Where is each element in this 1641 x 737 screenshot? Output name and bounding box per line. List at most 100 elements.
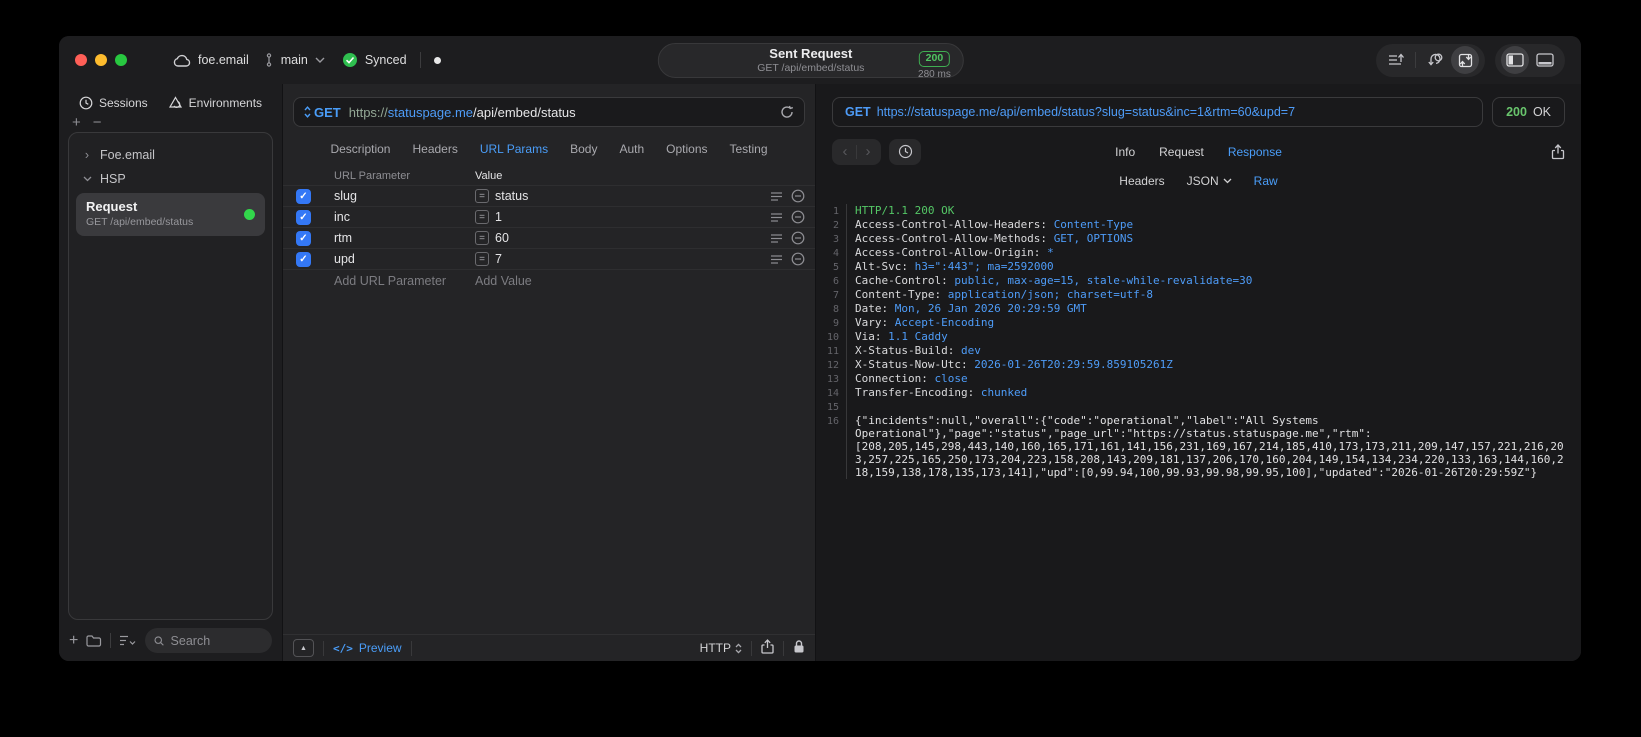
share-icon[interactable]	[761, 639, 774, 657]
row-menu-icon[interactable]	[770, 254, 783, 265]
response-line: 11 X-Status-Build: dev	[820, 344, 1569, 358]
tab-body[interactable]: Body	[570, 142, 597, 156]
remove-row-icon[interactable]	[791, 210, 805, 224]
response-line: 12 X-Status-Now-Utc: 2026-01-26T20:29:59.…	[820, 358, 1569, 372]
zoom-window-button[interactable]	[115, 54, 127, 66]
param-value[interactable]: 60	[495, 231, 509, 245]
tab-options[interactable]: Options	[666, 142, 707, 156]
tree-item-foe-email[interactable]: › Foe.email	[76, 143, 265, 167]
sent-request-pill[interactable]: Sent Request GET /api/embed/status 200 2…	[657, 43, 964, 80]
remove-session-icon[interactable]: −	[93, 114, 102, 131]
equals-icon: =	[475, 231, 489, 245]
line-number: 13	[826, 374, 839, 385]
add-value-placeholder[interactable]: Add Value	[475, 274, 761, 288]
row-menu-icon[interactable]	[770, 191, 783, 202]
session-tree: › Foe.email HSP Request GET /api/embed/s…	[68, 132, 273, 620]
param-value[interactable]: 7	[495, 252, 502, 266]
tree-item-hsp[interactable]: HSP	[76, 167, 265, 191]
response-line: 7 Content-Type: application/json; charset…	[820, 288, 1569, 302]
row-menu-icon[interactable]	[770, 233, 783, 244]
sort-list-icon[interactable]	[119, 634, 137, 647]
param-value[interactable]: status	[495, 189, 528, 203]
collapse-panel-icon[interactable]: ▲	[293, 639, 314, 657]
lock-icon[interactable]	[793, 639, 805, 657]
dynamic-values-icon[interactable]	[1421, 46, 1449, 74]
request-url-bar[interactable]: GET https://statuspage.me/api/embed/stat…	[293, 97, 805, 127]
minimize-window-button[interactable]	[95, 54, 107, 66]
subtab-json[interactable]: JSON	[1187, 174, 1232, 188]
param-name[interactable]: inc	[334, 210, 475, 224]
tab-url-params[interactable]: URL Params	[480, 142, 548, 156]
tab-request[interactable]: Request	[1159, 145, 1204, 159]
remove-row-icon[interactable]	[791, 189, 805, 203]
unsaved-indicator-dot	[433, 56, 441, 64]
param-name[interactable]: rtm	[334, 231, 475, 245]
export-icon[interactable]	[1551, 143, 1565, 160]
add-param-row[interactable]: Add URL Parameter Add Value	[283, 270, 815, 291]
method-dropdown-icon	[304, 106, 311, 118]
new-request-icon[interactable]: +	[69, 632, 78, 650]
remove-row-icon[interactable]	[791, 252, 805, 266]
response-body[interactable]: 1 HTTP/1.1 200 OK 2 Access-Control-Allow-He…	[816, 198, 1581, 661]
tab-testing[interactable]: Testing	[730, 142, 768, 156]
param-value[interactable]: 1	[495, 210, 502, 224]
tab-info[interactable]: Info	[1115, 145, 1135, 159]
tab-sessions[interactable]: Sessions	[79, 96, 148, 110]
param-checkbox[interactable]: ✓	[296, 251, 311, 267]
tab-auth[interactable]: Auth	[619, 142, 644, 156]
request-order-icon[interactable]	[1382, 46, 1410, 74]
add-param-placeholder[interactable]: Add URL Parameter	[334, 274, 475, 288]
protocol-selector[interactable]: HTTP	[700, 641, 742, 655]
param-table-header: URL Parameter Value	[283, 167, 815, 186]
sent-request-url[interactable]: GET https://statuspage.me/api/embed/stat…	[832, 97, 1484, 127]
request-list-item[interactable]: Request GET /api/embed/status	[76, 193, 265, 236]
url-path[interactable]: /api/embed/status	[473, 105, 576, 120]
sent-request-subtitle: GET /api/embed/status	[757, 62, 865, 75]
close-window-button[interactable]	[75, 54, 87, 66]
reload-icon[interactable]	[780, 105, 794, 119]
param-checkbox[interactable]: ✓	[296, 230, 311, 246]
param-checkbox[interactable]: ✓	[296, 188, 311, 204]
subtab-headers[interactable]: Headers	[1119, 174, 1164, 188]
request-footer-bar: ▲ </> Preview HTTP	[283, 634, 815, 661]
remove-row-icon[interactable]	[791, 231, 805, 245]
param-name[interactable]: upd	[334, 252, 475, 266]
subtab-raw[interactable]: Raw	[1254, 174, 1278, 188]
tab-headers[interactable]: Headers	[412, 142, 457, 156]
preview-button[interactable]: </> Preview	[333, 641, 402, 655]
line-number: 9	[832, 318, 839, 329]
project-name[interactable]: foe.email	[198, 53, 249, 67]
param-name[interactable]: slug	[334, 189, 475, 203]
new-folder-icon[interactable]	[86, 634, 102, 647]
search-field[interactable]	[145, 628, 272, 653]
method-selector[interactable]: GET	[304, 105, 341, 120]
chevron-down-icon[interactable]	[315, 57, 325, 63]
response-line: 2 Access-Control-Allow-Headers: Content-T…	[820, 218, 1569, 232]
toggle-bottom-panel-icon[interactable]	[1531, 46, 1559, 74]
divider	[783, 640, 784, 656]
response-tabs: Info Request Response	[816, 145, 1581, 159]
line-number: 4	[832, 248, 839, 259]
divider	[110, 633, 112, 648]
tab-description[interactable]: Description	[330, 142, 390, 156]
param-row: ✓ slug = status	[283, 186, 815, 207]
equals-icon: =	[475, 252, 489, 266]
row-menu-icon[interactable]	[770, 212, 783, 223]
branch-icon	[264, 53, 274, 67]
branch-name[interactable]: main	[281, 53, 308, 67]
send-to-editor-icon[interactable]	[1451, 46, 1479, 74]
search-input[interactable]	[170, 633, 263, 648]
toggle-sidebar-icon[interactable]	[1501, 46, 1529, 74]
line-number: 11	[826, 346, 839, 357]
line-number: 12	[826, 360, 839, 371]
url-scheme[interactable]: https://	[349, 105, 388, 120]
param-row: ✓ inc = 1	[283, 207, 815, 228]
url-host[interactable]: statuspage.me	[388, 105, 473, 120]
sidebar: Sessions Environments + − › Foe.email HS…	[59, 84, 283, 661]
chevron-down-icon[interactable]	[82, 176, 92, 182]
tab-environments[interactable]: Environments	[168, 96, 262, 110]
add-session-icon[interactable]: +	[72, 114, 81, 131]
tab-response[interactable]: Response	[1228, 145, 1282, 159]
chevron-right-icon[interactable]: ›	[82, 148, 92, 162]
param-checkbox[interactable]: ✓	[296, 209, 311, 225]
